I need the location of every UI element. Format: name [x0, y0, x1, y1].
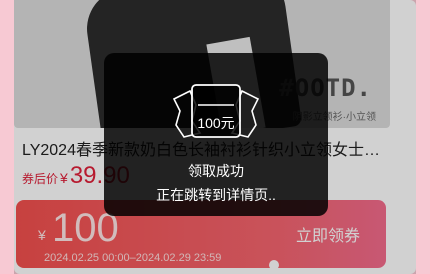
toast-primary-message: 领取成功 [188, 163, 244, 179]
success-toast: 100元 领取成功 正在跳转到详情页.. [104, 53, 328, 216]
toast-secondary-message: 正在跳转到详情页.. [156, 187, 276, 203]
ticket-amount: 100元 [197, 115, 235, 131]
